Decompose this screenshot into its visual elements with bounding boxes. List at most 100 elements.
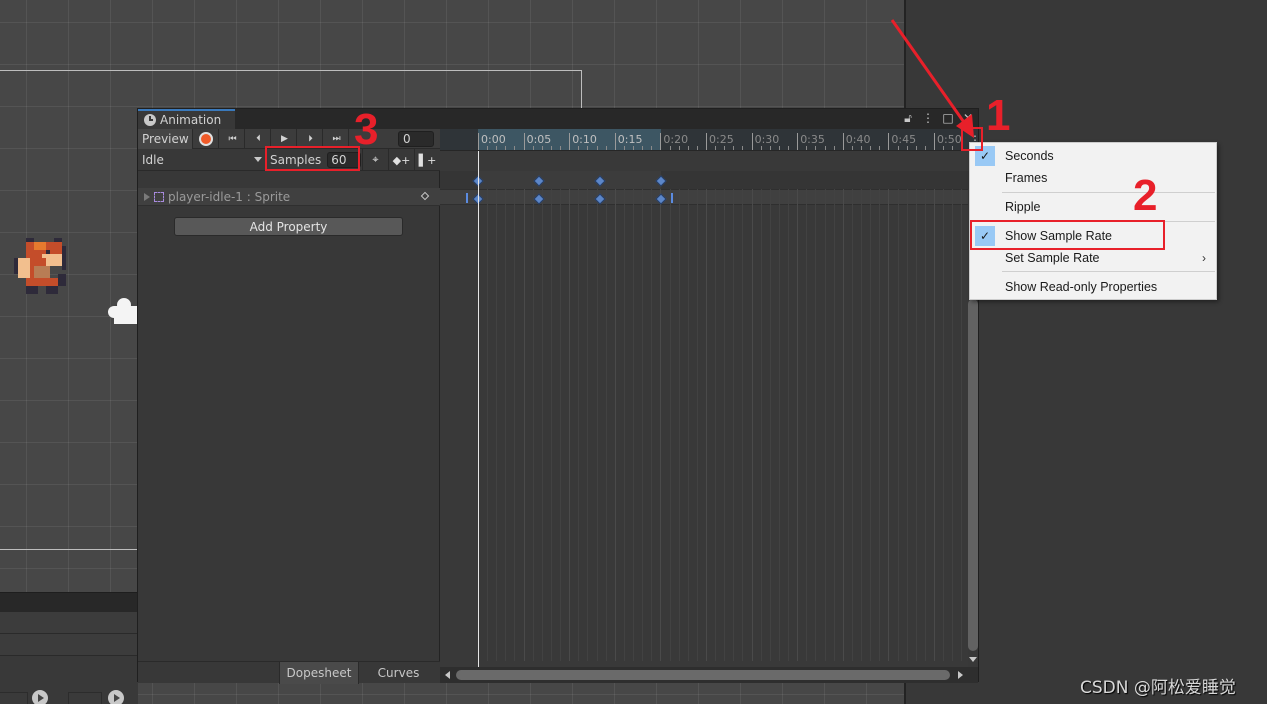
dopesheet-timeline[interactable]: 0:00 0:05 0:10 0:15 0:20 0:25 0:30 0:35 0:40 0:45… [440, 129, 978, 683]
ruler-major-tick [523, 133, 525, 150]
timeline-gridline [642, 189, 644, 661]
timeline-gridline [861, 189, 863, 661]
timeline-gridline [614, 189, 616, 661]
panel-row [0, 612, 138, 634]
horizontal-scroll-thumb[interactable] [456, 670, 950, 680]
ruler-minor-tick [687, 146, 689, 150]
timeline-gridline [897, 189, 899, 661]
timeline-gridline [560, 189, 562, 661]
ruler-major-tick [569, 133, 571, 150]
timeline-gridline [870, 189, 872, 661]
horizontal-scrollbar[interactable] [440, 667, 978, 683]
expand-arrow-icon[interactable] [144, 192, 150, 201]
ruler-minor-tick [560, 146, 562, 150]
play-preview-icon[interactable] [32, 690, 48, 704]
menu-item-ripple[interactable]: Ripple [970, 196, 1216, 218]
range-start-marker[interactable] [466, 193, 468, 203]
timeline-gridline [678, 189, 680, 661]
vertical-scroll-thumb[interactable] [968, 299, 978, 651]
ruler-minor-tick [642, 146, 644, 150]
ruler-minor-tick [861, 146, 863, 150]
add-event-icon[interactable]: ▌+ [414, 149, 440, 171]
ruler-major-tick [614, 133, 616, 150]
scroll-left-icon[interactable] [445, 671, 450, 679]
ruler-tick-label: 0:25 [709, 133, 734, 146]
timeline-gridline [833, 189, 835, 661]
animation-window: Animation 🔓︎ ⋮ □ ✕ Preview ⏮ ⏴ ▶ ⏵ ⏭ 0 [137, 108, 979, 684]
timeline-gridline [934, 189, 935, 661]
camera-gizmo-icon [108, 298, 140, 324]
ruler-minor-tick [651, 146, 653, 150]
annotation-number-2: 2 [1133, 171, 1158, 220]
annotation-box-3 [265, 146, 360, 171]
timeline-gridline [806, 189, 808, 661]
chevron-right-icon: › [1202, 251, 1206, 265]
play-preview-icon[interactable] [108, 690, 124, 704]
timeline-gridline [523, 189, 525, 661]
menu-item-label: Set Sample Rate [1005, 251, 1100, 265]
first-key-button[interactable]: ⏮ [219, 129, 245, 149]
record-button[interactable] [193, 129, 219, 149]
animation-clock-icon [144, 114, 156, 126]
ruler-major-tick [660, 133, 662, 150]
ruler-tick-label: 0:00 [481, 133, 506, 146]
menu-item-frames[interactable]: Frames [970, 167, 1216, 189]
timeline-gridline [633, 189, 635, 661]
asset-thumbnail[interactable] [68, 692, 102, 704]
menu-item-show-read-only-properties[interactable]: Show Read-only Properties [970, 276, 1216, 298]
menu-item-set-sample-rate[interactable]: Set Sample Rate › [970, 247, 1216, 269]
property-row[interactable]: player-idle-1 : Sprite [138, 188, 440, 206]
next-key-icon: ⏵ [308, 134, 312, 144]
ruler-minor-tick [824, 146, 826, 150]
timeline-gridline [514, 189, 516, 661]
range-end-marker[interactable] [671, 193, 673, 203]
timeline-gridline [578, 189, 580, 661]
ruler-major-tick [478, 133, 479, 150]
clip-name: Idle [142, 152, 164, 167]
tab-dopesheet[interactable]: Dopesheet [279, 662, 358, 684]
timeline-gridline [532, 189, 534, 661]
view-mode-tabs: Dopesheet Curves [138, 661, 440, 684]
ruler-minor-tick [596, 146, 598, 150]
ruler-tick-label: 0:15 [617, 133, 643, 146]
ruler-minor-tick [742, 146, 744, 150]
ruler-tick-label: 0:35 [800, 133, 825, 146]
ruler-minor-tick [760, 146, 762, 150]
timeline-gridline [888, 189, 890, 661]
ruler-minor-tick [532, 146, 534, 150]
add-property-button[interactable]: Add Property [174, 217, 403, 236]
ruler-minor-tick [678, 146, 680, 150]
fox-sprite [14, 238, 66, 294]
scroll-down-icon[interactable] [969, 657, 977, 662]
current-frame-input[interactable]: 0 [398, 131, 434, 147]
annotation-number-3: 3 [354, 105, 379, 154]
add-keyframe-icon[interactable]: ◆+ [388, 149, 414, 171]
timeline-gridline [742, 189, 744, 661]
timeline-gridline [879, 189, 881, 661]
timeline-gridline [623, 189, 625, 661]
clip-dropdown[interactable]: Idle [138, 149, 266, 171]
ruler-minor-tick [505, 146, 507, 150]
ruler-minor-tick [724, 146, 726, 150]
tab-curves[interactable]: Curves [358, 662, 438, 684]
panel-row [0, 634, 138, 656]
timeline-gridline [550, 189, 552, 661]
scroll-right-icon[interactable] [958, 671, 963, 679]
asset-thumbnail[interactable] [0, 692, 28, 704]
playhead[interactable] [478, 151, 479, 667]
timeline-gridline [751, 189, 753, 661]
timeline-gridline [487, 189, 489, 661]
play-icon: ▶ [281, 134, 288, 144]
timeline-gridline [660, 189, 662, 661]
preview-button[interactable]: Preview [138, 129, 193, 149]
first-key-icon: ⏮ [228, 134, 236, 144]
tab-animation[interactable]: Animation [138, 109, 235, 129]
keyframe-toggle-icon[interactable] [420, 191, 430, 201]
ruler-major-tick [706, 133, 707, 150]
ruler-minor-tick [815, 146, 817, 150]
ruler-tick-label: 0:10 [572, 133, 597, 146]
menu-item-seconds[interactable]: ✓ Seconds [970, 145, 1216, 167]
last-key-icon: ⏭ [332, 134, 340, 144]
timeline-gridline [505, 189, 507, 661]
watermark: CSDN @阿松爱睡觉 [1080, 678, 1236, 698]
